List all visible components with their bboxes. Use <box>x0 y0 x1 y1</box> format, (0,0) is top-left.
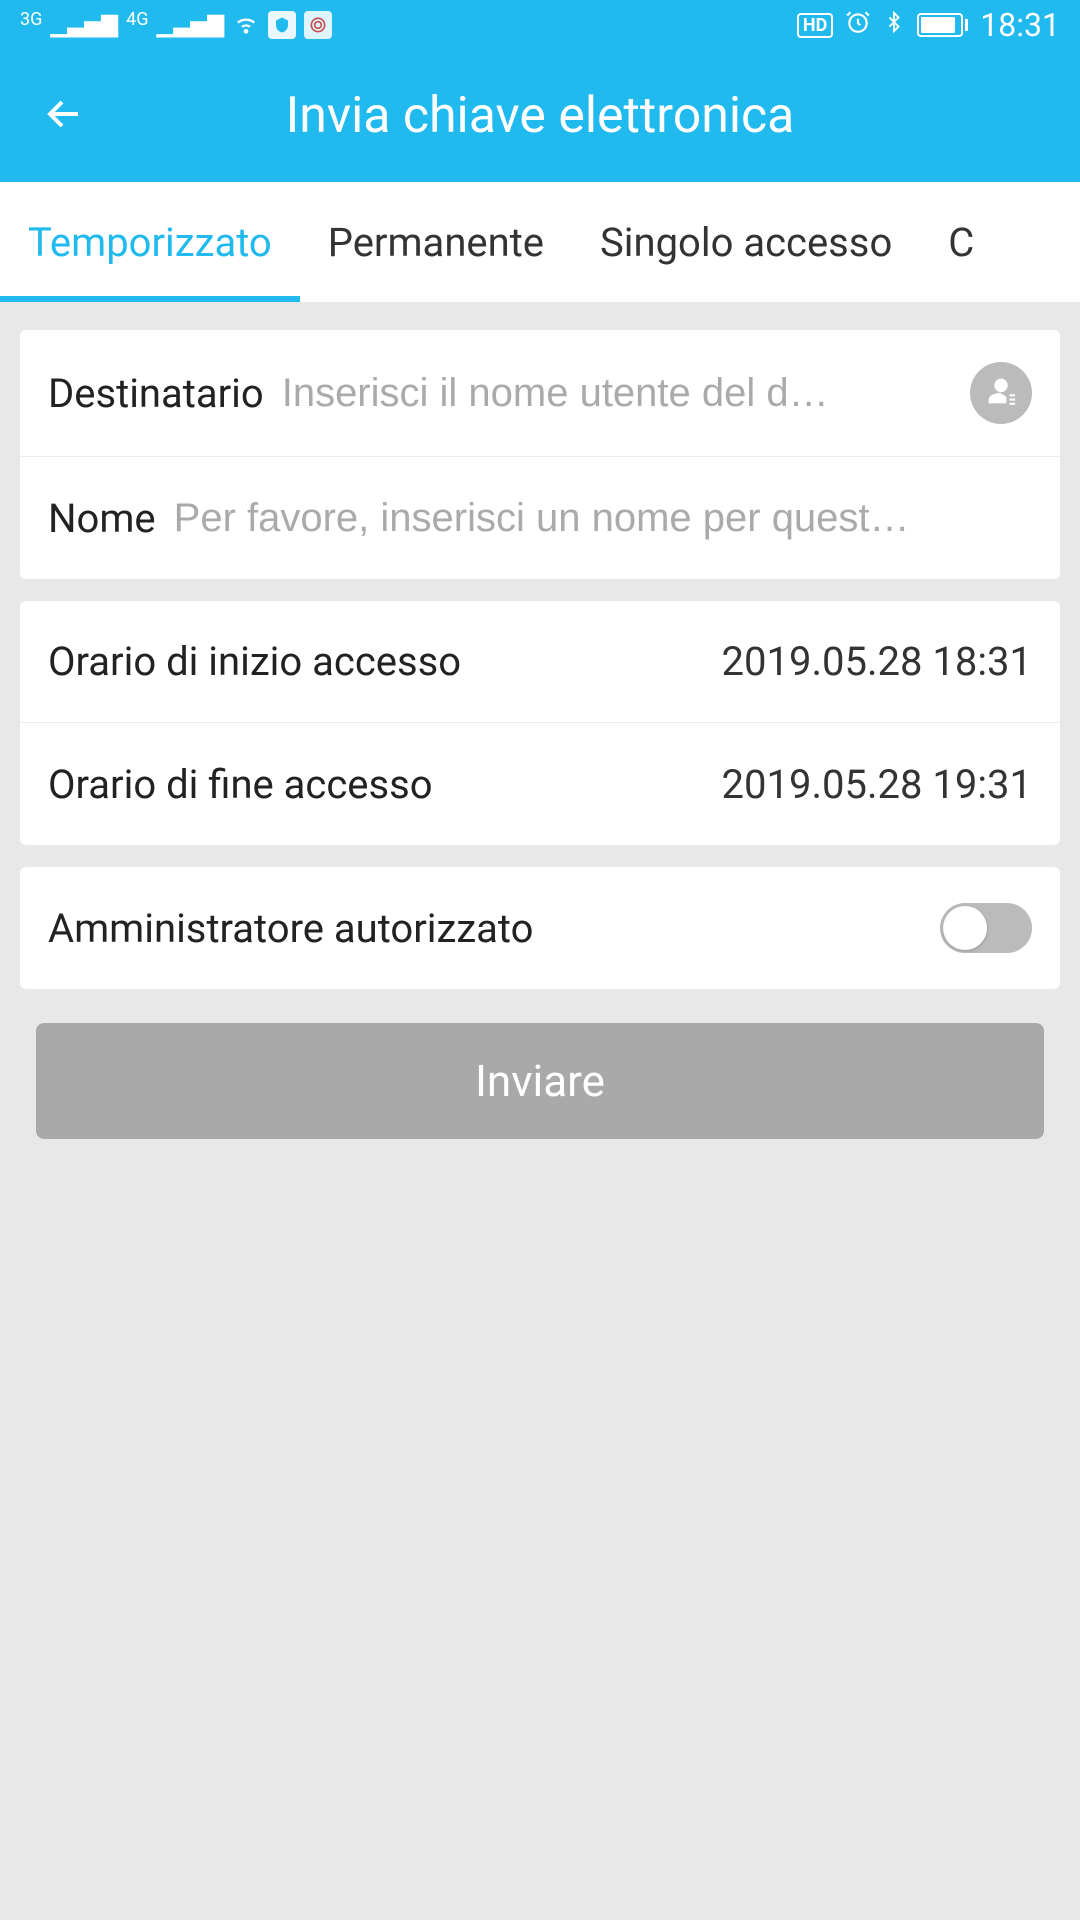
card-admin: Amministratore autorizzato <box>20 867 1060 989</box>
send-button[interactable]: Inviare <box>36 1023 1044 1139</box>
signal-icon-1: ▁▃▅▇ <box>50 13 118 38</box>
wifi-icon <box>232 8 260 43</box>
tab-singolo-accesso[interactable]: Singolo accesso <box>572 182 920 302</box>
content-area: Destinatario Nome Orario di inizio acces… <box>0 302 1080 1139</box>
row-end-time[interactable]: Orario di fine accesso 2019.05.28 19:31 <box>20 723 1060 845</box>
status-bar: 3G ▁▃▅▇ 4G ▁▃▅▇ HD 18:31 <box>0 0 1080 50</box>
tabs-bar: Temporizzato Permanente Singolo accesso … <box>0 182 1080 302</box>
spiral-icon <box>304 11 332 39</box>
recipient-input[interactable] <box>282 371 960 416</box>
tab-temporizzato[interactable]: Temporizzato <box>0 182 300 302</box>
card-identity: Destinatario Nome <box>20 330 1060 579</box>
end-time-value: 2019.05.28 19:31 <box>722 761 1032 808</box>
toggle-knob <box>943 906 987 950</box>
contact-picker-button[interactable] <box>970 362 1032 424</box>
tab-label: C <box>948 219 974 266</box>
signal-icon-2: ▁▃▅▇ <box>156 13 224 38</box>
send-button-label: Inviare <box>475 1055 605 1107</box>
tab-permanente[interactable]: Permanente <box>300 182 572 302</box>
bluetooth-icon <box>883 9 905 42</box>
status-time: 18:31 <box>980 6 1060 44</box>
tab-label: Temporizzato <box>28 219 272 266</box>
name-label: Nome <box>48 495 156 542</box>
recipient-label: Destinatario <box>48 370 264 417</box>
network-4g-icon: 4G <box>126 9 148 30</box>
card-schedule: Orario di inizio accesso 2019.05.28 18:3… <box>20 601 1060 845</box>
admin-toggle[interactable] <box>940 903 1032 953</box>
row-name: Nome <box>20 457 1060 579</box>
shield-icon <box>268 11 296 39</box>
end-time-label: Orario di fine accesso <box>48 761 433 808</box>
row-start-time[interactable]: Orario di inizio accesso 2019.05.28 18:3… <box>20 601 1060 723</box>
network-3g-icon: 3G <box>20 9 42 30</box>
row-recipient: Destinatario <box>20 330 1060 457</box>
start-time-label: Orario di inizio accesso <box>48 638 461 685</box>
admin-label: Amministratore autorizzato <box>48 905 533 952</box>
contact-icon <box>984 374 1018 412</box>
start-time-value: 2019.05.28 18:31 <box>722 638 1032 685</box>
row-admin-authorized: Amministratore autorizzato <box>20 867 1060 989</box>
status-left: 3G ▁▃▅▇ 4G ▁▃▅▇ <box>20 8 332 43</box>
app-header: Invia chiave elettronica <box>0 50 1080 182</box>
tab-label: Singolo accesso <box>600 219 892 266</box>
alarm-icon <box>845 9 871 42</box>
hd-icon: HD <box>797 13 833 38</box>
tab-label: Permanente <box>328 219 544 266</box>
page-title: Invia chiave elettronica <box>100 87 980 145</box>
battery-icon <box>917 13 968 37</box>
name-input[interactable] <box>174 496 1032 541</box>
status-right: HD 18:31 <box>797 6 1060 44</box>
tab-overflow[interactable]: C <box>920 182 1002 302</box>
back-button[interactable] <box>40 90 100 142</box>
